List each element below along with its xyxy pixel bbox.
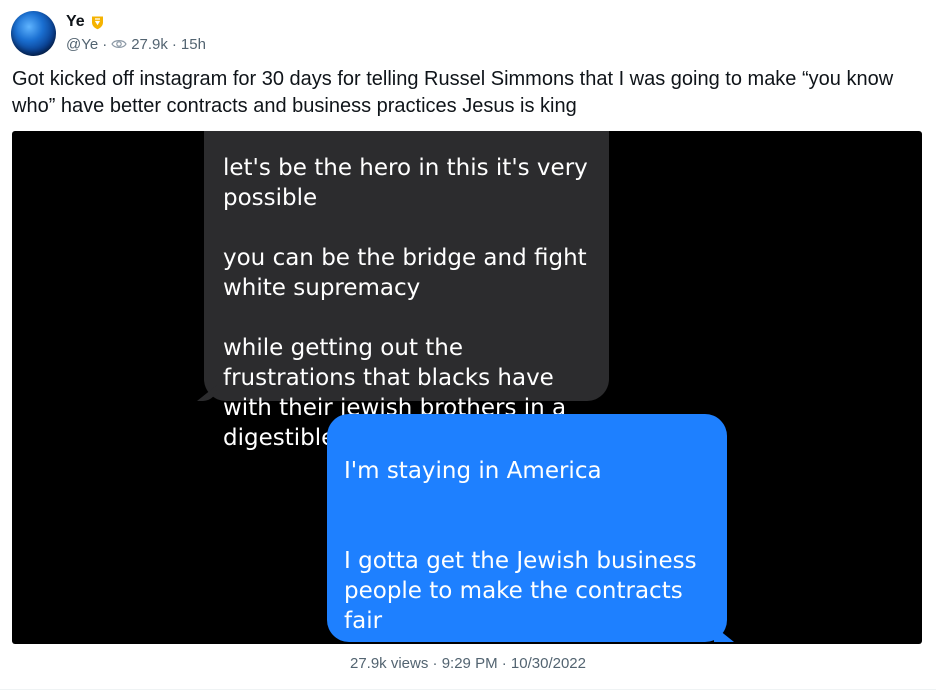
name-row: Ye (66, 12, 206, 32)
meta-separator: · (102, 35, 108, 53)
sent-message-bubble: I'm staying in America I gotta get the J… (327, 414, 734, 642)
sent-message-text: I'm staying in America I gotta get the J… (344, 458, 697, 634)
post-image[interactable]: let's be the hero in this it's very poss… (12, 131, 922, 644)
footer-date[interactable]: 10/30/2022 (511, 655, 586, 672)
author-info: Ye @Ye · 27.9k · 15h (66, 12, 206, 54)
eye-icon (111, 38, 127, 50)
shield-badge-icon (91, 15, 104, 30)
footer-views: 27.9k views (349, 655, 429, 672)
footer-separator: · (432, 655, 442, 672)
post-age[interactable]: 15h (181, 36, 206, 53)
bubble-tail (714, 626, 734, 642)
post-meta: @Ye · 27.9k · 15h (66, 34, 206, 54)
footer-time[interactable]: 9:29 PM (442, 655, 498, 672)
author-handle[interactable]: @Ye (66, 36, 98, 53)
view-count: 27.9k (131, 35, 168, 53)
post-header: Ye @Ye · 27.9k · 15h (11, 9, 206, 57)
received-message-text: let's be the hero in this it's very poss… (223, 155, 588, 451)
avatar[interactable] (11, 10, 56, 56)
bubble-tail (197, 385, 217, 401)
meta-separator: · (171, 35, 177, 53)
footer-separator: · (501, 655, 511, 672)
post-footer: 27.9k views · 9:29 PM · 10/30/2022 (0, 655, 936, 672)
author-name[interactable]: Ye (66, 13, 85, 31)
received-message-bubble: let's be the hero in this it's very poss… (197, 131, 609, 451)
divider (0, 689, 936, 690)
post-text: Got kicked off instagram for 30 days for… (12, 68, 894, 117)
